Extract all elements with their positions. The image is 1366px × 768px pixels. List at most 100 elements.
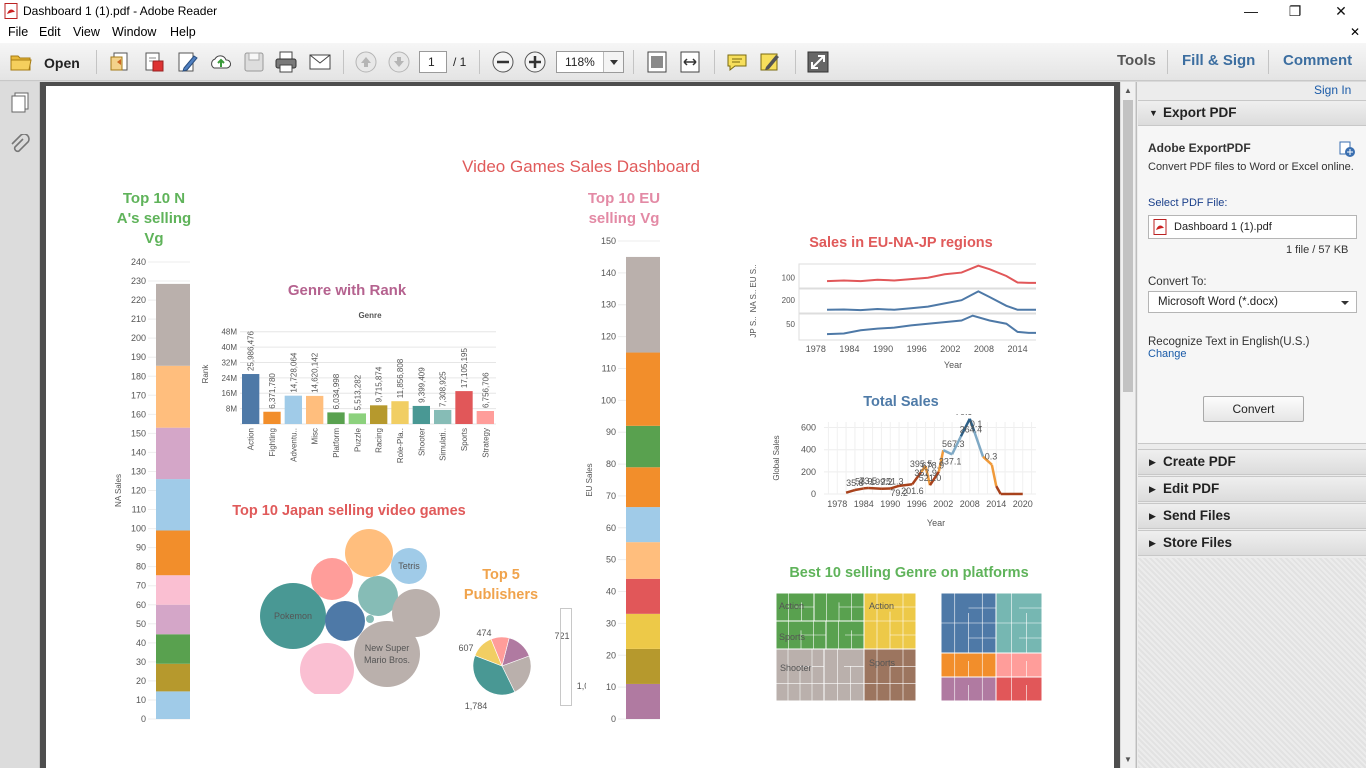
x-tick-label: Simulati.. bbox=[439, 428, 448, 461]
x-tick-label: Misc bbox=[311, 428, 320, 444]
vertical-scrollbar[interactable]: ▲ ▼ bbox=[1120, 82, 1135, 768]
scroll-down-icon[interactable]: ▼ bbox=[1124, 755, 1132, 764]
export-info-icon[interactable] bbox=[1338, 140, 1356, 158]
na-chart-title: Top 10 N A's selling Vg bbox=[116, 190, 192, 247]
stacked-bar-segment bbox=[626, 467, 660, 508]
x-tick-label: Role-Pla.. bbox=[396, 428, 405, 463]
stacked-bar-segment bbox=[626, 542, 660, 579]
toolbar-separator bbox=[1268, 50, 1269, 74]
x-tick-label: 2008 bbox=[974, 344, 994, 354]
x-tick-label: 1990 bbox=[873, 344, 893, 354]
edit-pdf-header[interactable]: ▶ Edit PDF bbox=[1138, 476, 1366, 502]
previous-page-icon[interactable] bbox=[354, 50, 378, 74]
menu-edit[interactable]: Edit bbox=[39, 25, 61, 39]
y-axis-label: Rank bbox=[201, 364, 210, 384]
y-tick-label: 130 bbox=[601, 300, 616, 310]
y-axis-label: NA Sales bbox=[114, 474, 123, 507]
menu-window[interactable]: Window bbox=[112, 25, 156, 39]
highlight-text-icon[interactable] bbox=[758, 50, 782, 74]
zoom-dropdown-button[interactable] bbox=[603, 52, 623, 72]
x-tick-label: Sports bbox=[460, 428, 469, 451]
convert-to-label: Convert To: bbox=[1148, 276, 1207, 288]
menu-file[interactable]: File bbox=[8, 25, 28, 39]
close-window-button[interactable]: ✕ bbox=[1318, 0, 1364, 22]
treemap-cell bbox=[823, 648, 865, 702]
tab-comment[interactable]: Comment bbox=[1283, 52, 1352, 69]
x-tick-label: 1990 bbox=[880, 499, 900, 509]
series-label: NA S.. bbox=[749, 290, 758, 313]
scroll-thumb[interactable] bbox=[1123, 100, 1133, 392]
data-label: 6,034,998 bbox=[332, 373, 341, 409]
upload-cloud-icon[interactable] bbox=[209, 50, 233, 74]
zoom-out-icon[interactable] bbox=[491, 50, 515, 74]
export-pdf-panel: Adobe ExportPDF Convert PDF files to Wor… bbox=[1138, 126, 1366, 444]
x-tick-label: 1996 bbox=[907, 499, 927, 509]
select-file-label: Select PDF File: bbox=[1148, 197, 1228, 209]
sign-in-link[interactable]: Sign In bbox=[1314, 83, 1351, 97]
next-page-icon[interactable] bbox=[387, 50, 411, 74]
print-icon[interactable] bbox=[274, 50, 298, 74]
data-label: 70.9 bbox=[955, 414, 973, 417]
y-tick-label: 50 bbox=[786, 320, 795, 329]
panel-frame bbox=[798, 313, 1036, 341]
y-tick-label: 32M bbox=[221, 358, 237, 367]
convert-button[interactable]: Convert bbox=[1203, 396, 1304, 422]
export-pdf-header[interactable]: ▼ Export PDF bbox=[1138, 100, 1366, 126]
menu-help[interactable]: Help bbox=[170, 25, 196, 39]
treemap-cell bbox=[995, 676, 1043, 702]
selected-file-field[interactable]: Dashboard 1 (1).pdf bbox=[1148, 215, 1357, 239]
page-number-input[interactable]: 1 bbox=[419, 51, 447, 73]
store-files-header[interactable]: ▶ Store Files bbox=[1138, 530, 1366, 556]
edit-pdf-icon[interactable] bbox=[176, 50, 200, 74]
x-axis-title: Genre bbox=[358, 311, 382, 320]
x-tick-label: 2014 bbox=[1008, 344, 1028, 354]
y-tick-label: 130 bbox=[131, 466, 146, 476]
title-bar: Dashboard 1 (1).pdf - Adobe Reader — ❐ ✕ bbox=[0, 0, 1366, 22]
y-tick-label: 210 bbox=[131, 314, 146, 324]
close-document-button[interactable]: ✕ bbox=[1350, 25, 1360, 39]
fit-page-icon[interactable] bbox=[645, 50, 669, 74]
bar bbox=[434, 409, 452, 424]
x-axis-label: Year bbox=[927, 518, 945, 528]
x-tick-label: 2002 bbox=[940, 344, 960, 354]
minimize-button[interactable]: — bbox=[1228, 0, 1274, 22]
eu-sales-chart: 0 10 20 30 40 50 60 70 80 90 100 110 120 130 140 150 EU … bbox=[585, 236, 660, 724]
slice-label: 474 bbox=[476, 628, 491, 638]
x-tick-label: Adventu.. bbox=[289, 428, 298, 462]
slice-label: 1,093 bbox=[577, 681, 586, 691]
na-sales-chart: 0 10 20 30 40 50 60 70 80 90 100 110 120 130 140 150 160… bbox=[114, 257, 190, 724]
change-language-link[interactable]: Change bbox=[1148, 348, 1187, 360]
stacked-bar-segment bbox=[156, 283, 190, 366]
convert-format-select[interactable]: Microsoft Word (*.docx) bbox=[1148, 291, 1357, 313]
page-thumbnails-icon[interactable] bbox=[8, 90, 32, 114]
restore-button[interactable]: ❐ bbox=[1272, 0, 1318, 22]
window-title: Dashboard 1 (1).pdf - Adobe Reader bbox=[23, 4, 218, 18]
scroll-up-icon[interactable]: ▲ bbox=[1124, 86, 1132, 95]
email-icon[interactable] bbox=[308, 50, 332, 74]
pane-empty-area bbox=[1138, 558, 1366, 768]
sticky-note-icon[interactable] bbox=[725, 50, 749, 74]
menu-view[interactable]: View bbox=[73, 25, 100, 39]
full-screen-icon[interactable] bbox=[806, 50, 830, 74]
fit-width-icon[interactable] bbox=[678, 50, 702, 74]
tab-fill-sign[interactable]: Fill & Sign bbox=[1182, 52, 1255, 69]
create-pdf-icon[interactable] bbox=[108, 50, 132, 74]
save-icon[interactable] bbox=[242, 50, 266, 74]
tab-tools[interactable]: Tools bbox=[1117, 52, 1156, 69]
bar bbox=[284, 395, 302, 424]
eu-chart-title: Top 10 EU selling Vg bbox=[587, 190, 661, 227]
create-pdf-header[interactable]: ▶ Create PDF bbox=[1138, 449, 1366, 475]
attachments-paperclip-icon[interactable] bbox=[8, 134, 32, 158]
combine-pdf-icon[interactable] bbox=[142, 50, 166, 74]
send-files-header[interactable]: ▶ Send Files bbox=[1138, 503, 1366, 529]
open-button[interactable]: Open bbox=[6, 49, 82, 75]
toolbar-separator bbox=[96, 50, 97, 74]
japan-bubble-chart: Pokemon Tetris New Super Mario Bros. bbox=[260, 529, 440, 694]
bubble-label: Tetris bbox=[398, 561, 420, 571]
data-label: 6,371,780 bbox=[268, 373, 277, 409]
x-axis-label: Year bbox=[944, 360, 962, 370]
data-label: 17,105,195 bbox=[460, 348, 469, 389]
zoom-select[interactable]: 118% bbox=[556, 51, 624, 73]
data-label: 25,986,476 bbox=[247, 330, 256, 371]
zoom-in-icon[interactable] bbox=[523, 50, 547, 74]
